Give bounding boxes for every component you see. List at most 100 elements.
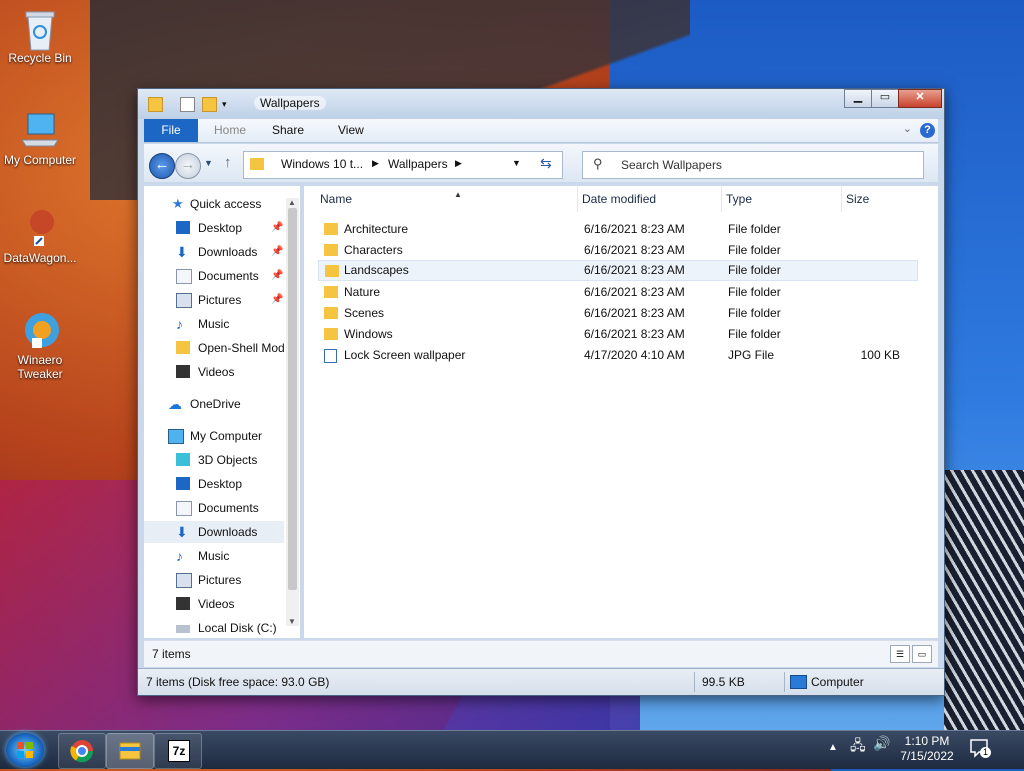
breadcrumb-current[interactable]: Wallpapers <box>388 157 448 171</box>
title-bar[interactable]: ▾ Wallpapers ▁ ▭ ✕ <box>138 89 944 119</box>
tab-share[interactable]: Share <box>262 119 314 142</box>
nav-documents-pinned[interactable]: Documents 📌 <box>144 265 284 287</box>
explorer-icon <box>119 742 141 760</box>
desktop-icon-recycle-bin[interactable]: Recycle Bin <box>0 8 80 65</box>
file-date: 4/17/2020 4:10 AM <box>584 348 685 362</box>
close-button[interactable]: ✕ <box>898 89 942 108</box>
up-button[interactable]: ↑ <box>224 154 232 171</box>
window-title: Wallpapers <box>254 96 326 110</box>
column-header-size[interactable]: Size <box>842 186 934 212</box>
nav-videos-pc[interactable]: Videos <box>144 593 284 615</box>
table-row[interactable]: Scenes 6/16/2021 8:23 AM File folder <box>318 303 916 324</box>
nav-pictures-pinned[interactable]: Pictures 📌 <box>144 289 284 311</box>
nav-music[interactable]: ♪ Music <box>144 313 284 335</box>
desktop-icon-label: Winaero Tweaker <box>17 353 63 381</box>
status-separator <box>694 672 695 692</box>
customize-quick-access-icon[interactable]: ▾ <box>222 99 227 110</box>
table-row[interactable]: Landscapes 6/16/2021 8:23 AM File folder <box>318 260 918 281</box>
nav-videos[interactable]: Videos <box>144 361 284 383</box>
tab-view[interactable]: View <box>328 119 374 142</box>
taskbar-file-explorer[interactable] <box>106 733 154 769</box>
search-box[interactable]: ⚲ Search Wallpapers <box>582 151 924 179</box>
pictures-icon <box>176 293 192 308</box>
column-header-type[interactable]: Type <box>722 186 842 212</box>
nav-downloads[interactable]: ⬇ Downloads <box>144 521 284 543</box>
desktop-icon-winaero-tweaker[interactable]: Winaero Tweaker <box>0 310 80 381</box>
file-size: 100 KB <box>860 348 900 362</box>
breadcrumb-parent[interactable]: Windows 10 t... <box>281 157 363 171</box>
file-date: 6/16/2021 8:23 AM <box>584 243 685 257</box>
file-date: 6/16/2021 8:23 AM <box>584 285 685 299</box>
nav-label: My Computer <box>190 429 263 443</box>
table-row[interactable]: Windows 6/16/2021 8:23 AM File folder <box>318 324 916 345</box>
nav-label: Desktop <box>198 221 243 235</box>
breadcrumb-arrow-icon[interactable]: ▶ <box>455 158 462 169</box>
clock[interactable]: 1:10 PM 7/15/2022 <box>896 734 958 764</box>
computer-icon <box>20 110 60 150</box>
new-folder-icon[interactable] <box>202 97 217 112</box>
file-type: File folder <box>728 285 781 299</box>
nav-documents[interactable]: Documents <box>144 497 284 519</box>
breadcrumb-arrow-icon[interactable]: ▶ <box>372 158 379 169</box>
column-header-name[interactable]: Name ▲ <box>316 186 578 212</box>
scroll-down-icon[interactable]: ▼ <box>288 617 296 626</box>
recent-locations-icon[interactable]: ▼ <box>204 158 213 168</box>
nav-pictures[interactable]: Pictures <box>144 569 284 591</box>
scrollbar-thumb[interactable] <box>288 208 297 590</box>
network-icon[interactable]: 🖧 <box>850 735 866 759</box>
details-view-button[interactable]: ☰ <box>890 645 910 663</box>
table-row[interactable]: Lock Screen wallpaper 4/17/2020 4:10 AM … <box>318 345 916 366</box>
show-hidden-icons-icon[interactable]: ▲ <box>828 742 838 753</box>
refresh-icon[interactable]: ⇆ <box>540 155 552 172</box>
desktop-icon-label: Recycle Bin <box>8 51 72 65</box>
tab-file[interactable]: File <box>144 119 198 142</box>
tab-home[interactable]: Home <box>204 119 256 142</box>
file-date: 6/16/2021 8:23 AM <box>584 327 685 341</box>
nav-label: Videos <box>198 597 235 611</box>
taskbar-chrome[interactable] <box>58 733 106 769</box>
nav-local-disk[interactable]: Local Disk (C:) <box>144 617 284 637</box>
nav-desktop-pinned[interactable]: Desktop 📌 <box>144 217 284 239</box>
column-header-date[interactable]: Date modified <box>578 186 722 212</box>
address-bar[interactable]: Windows 10 t... ▶ Wallpapers ▶ ▼ ⇆ <box>243 151 563 179</box>
nav-onedrive[interactable]: ☁ OneDrive <box>144 393 284 415</box>
desktop-icon-datawagon[interactable]: DataWagon... <box>0 208 80 265</box>
nav-downloads-pinned[interactable]: ⬇ Downloads 📌 <box>144 241 284 263</box>
nav-pane-scrollbar[interactable]: ▲ ▼ <box>286 198 299 626</box>
expand-ribbon-icon[interactable]: ⌄ <box>903 122 912 135</box>
forward-button[interactable]: → <box>175 153 201 179</box>
desktop-icon-my-computer[interactable]: My Computer <box>0 110 80 167</box>
start-button[interactable] <box>6 733 44 767</box>
scroll-up-icon[interactable]: ▲ <box>288 198 296 207</box>
folder-icon <box>324 307 338 319</box>
table-row[interactable]: Characters 6/16/2021 8:23 AM File folder <box>318 240 916 261</box>
cube-icon <box>176 453 190 466</box>
file-date: 6/16/2021 8:23 AM <box>584 263 685 277</box>
nav-desktop[interactable]: Desktop <box>144 473 284 495</box>
volume-icon[interactable]: 🔊 <box>873 735 890 752</box>
help-icon[interactable]: ? <box>920 123 935 138</box>
minimize-button[interactable]: ▁ <box>844 89 872 108</box>
nav-open-shell[interactable]: Open-Shell Mod <box>144 337 284 359</box>
action-center-icon[interactable]: 1 <box>968 737 991 759</box>
table-row[interactable]: Architecture 6/16/2021 8:23 AM File fold… <box>318 219 916 240</box>
file-date: 6/16/2021 8:23 AM <box>584 222 685 236</box>
nav-music-pc[interactable]: ♪ Music <box>144 545 284 567</box>
taskbar-7zip[interactable]: 7z <box>154 733 202 769</box>
nav-3d-objects[interactable]: 3D Objects <box>144 449 284 471</box>
address-dropdown-icon[interactable]: ▼ <box>512 158 521 168</box>
back-button[interactable]: ← <box>149 153 175 179</box>
file-type: File folder <box>728 306 781 320</box>
pictures-icon <box>176 573 192 588</box>
maximize-button[interactable]: ▭ <box>871 89 899 108</box>
nav-quick-access[interactable]: ★ Quick access <box>144 193 284 215</box>
cloud-icon: ☁ <box>168 396 182 412</box>
status-separator <box>784 672 785 692</box>
table-row[interactable]: Nature 6/16/2021 8:23 AM File folder <box>318 282 916 303</box>
large-icons-view-button[interactable]: ▭ <box>912 645 932 663</box>
properties-icon[interactable] <box>180 97 195 112</box>
nav-my-computer[interactable]: My Computer <box>144 425 284 447</box>
image-file-icon <box>324 349 337 363</box>
documents-icon <box>176 501 192 516</box>
search-placeholder: Search Wallpapers <box>621 158 722 172</box>
